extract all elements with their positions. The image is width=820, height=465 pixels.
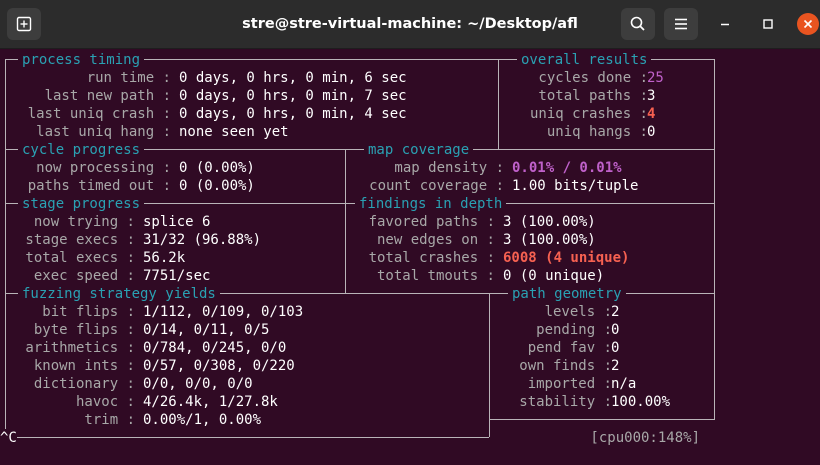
stat-label: byte flips : xyxy=(33,322,135,338)
overall-results-header: overall results xyxy=(517,51,652,69)
stat-value: 0 xyxy=(611,322,620,338)
path-geometry-header: path geometry xyxy=(508,285,626,303)
frame-line xyxy=(345,149,346,293)
frame-line xyxy=(489,419,715,420)
stage-progress-header: stage progress xyxy=(18,195,145,213)
stat-value: 0/14, 0/11, 0/5 xyxy=(143,322,270,338)
maximize-icon xyxy=(763,19,773,29)
frame-line xyxy=(489,293,490,437)
stat-label: havoc : xyxy=(75,394,135,410)
stat-label: imported : xyxy=(527,376,612,392)
stat-label: cycles done : xyxy=(538,70,648,86)
stat-label: pend fav : xyxy=(527,340,612,356)
stat-value: 4/26.4k, 1/27.8k xyxy=(143,394,278,410)
stat-label: pending : xyxy=(536,322,612,338)
close-button[interactable] xyxy=(797,13,819,35)
stat-label: arithmetics : xyxy=(25,340,135,356)
frame-line xyxy=(714,59,715,419)
stat-label: levels : xyxy=(544,304,612,320)
stat-value: 0 days, 0 hrs, 0 min, 4 sec xyxy=(179,106,407,122)
stat-label: total crashes : xyxy=(368,250,495,266)
findings-in-depth-header: findings in depth xyxy=(355,195,507,213)
stat-value: 2 xyxy=(611,304,620,320)
stat-label: paths timed out : xyxy=(27,178,171,194)
stat-value: none seen yet xyxy=(179,124,289,140)
stat-value: 1.00 bits/tuple xyxy=(512,178,639,194)
stat-label: stability : xyxy=(519,394,612,410)
stat-label: count coverage : xyxy=(369,178,504,194)
stat-label: last uniq crash : xyxy=(27,106,171,122)
stat-value: 0 xyxy=(647,124,656,140)
stat-label: bit flips : xyxy=(42,304,135,320)
menu-button[interactable] xyxy=(664,8,698,40)
stat-label: run time : xyxy=(86,70,171,86)
stat-value: 100.00% xyxy=(611,394,671,410)
stat-value: 1/112, 0/109, 0/103 xyxy=(143,304,304,320)
stat-label: now processing : xyxy=(36,160,171,176)
stat-value: 3 (100.00%) xyxy=(503,214,596,230)
stat-value: 7751/sec xyxy=(143,268,211,284)
fuzzing-strategy-yields-header: fuzzing strategy yields xyxy=(18,285,220,303)
search-button[interactable] xyxy=(621,8,655,40)
stat-value: 3 xyxy=(647,88,656,104)
stat-value: n/a xyxy=(611,376,637,392)
stat-label: known ints : xyxy=(33,358,135,374)
maximize-button[interactable] xyxy=(757,13,779,35)
stat-value: 0 days, 0 hrs, 0 min, 6 sec xyxy=(179,70,407,86)
search-icon xyxy=(630,16,645,31)
cycles-done-value: 25 xyxy=(647,70,664,86)
frame-line xyxy=(498,59,499,149)
frame-line xyxy=(5,437,489,438)
stat-value: 0 xyxy=(611,340,620,356)
stat-value: 0/784, 0/245, 0/0 xyxy=(143,340,287,356)
terminal-area[interactable]: process timing overall results cycle pro… xyxy=(0,48,820,465)
cpu-indicator: [cpu000:148%] xyxy=(590,430,700,446)
stat-label: now trying : xyxy=(33,214,135,230)
stat-value: 0 (0 unique) xyxy=(503,268,605,284)
uniq-crashes-value: 4 xyxy=(647,106,656,122)
total-crashes-value: 6008 (4 unique) xyxy=(503,250,630,266)
stat-label: stage execs : xyxy=(25,232,135,248)
stat-value: 0/0, 0/0, 0/0 xyxy=(143,376,253,392)
title-bar: stre@stre-virtual-machine: ~/Desktop/afl xyxy=(0,0,820,49)
map-coverage-header: map coverage xyxy=(364,141,474,159)
stat-value: 0/57, 0/308, 0/220 xyxy=(143,358,295,374)
frame-line xyxy=(5,59,6,437)
stat-label: total paths : xyxy=(538,88,648,104)
stat-value: 0 days, 0 hrs, 0 min, 7 sec xyxy=(179,88,407,104)
interrupt-signal: ^C xyxy=(0,429,17,447)
stat-label: new edges on : xyxy=(376,232,495,248)
minimize-icon xyxy=(721,23,729,26)
stat-value: 2 xyxy=(611,358,620,374)
close-icon xyxy=(803,19,813,29)
map-density-value: 0.01% / 0.01% xyxy=(512,160,622,176)
stat-label: uniq crashes : xyxy=(529,106,648,122)
stat-value: 0 (0.00%) xyxy=(179,178,255,194)
stat-value: splice 6 xyxy=(143,214,211,230)
stat-value: 56.2k xyxy=(143,250,186,266)
stat-label: favored paths : xyxy=(368,214,495,230)
stat-label: total execs : xyxy=(25,250,135,266)
stat-label: trim : xyxy=(84,412,135,428)
stat-value: 3 (100.00%) xyxy=(503,232,596,248)
stat-label: uniq hangs : xyxy=(546,124,648,140)
menu-icon xyxy=(675,18,687,30)
stat-label: dictionary : xyxy=(33,376,135,392)
stat-label: last new path : xyxy=(44,88,171,104)
cycle-progress-header: cycle progress xyxy=(18,141,145,159)
stat-label: last uniq hang : xyxy=(36,124,171,140)
stat-label: map density : xyxy=(394,160,504,176)
stat-value: 0 (0.00%) xyxy=(179,160,255,176)
stat-label: own finds : xyxy=(519,358,612,374)
stat-label: exec speed : xyxy=(33,268,135,284)
stat-label: total tmouts : xyxy=(376,268,495,284)
process-timing-header: process timing xyxy=(18,51,145,69)
stat-value: 31/32 (96.88%) xyxy=(143,232,262,248)
stat-value: 0.00%/1, 0.00% xyxy=(143,412,262,428)
minimize-button[interactable] xyxy=(714,13,736,35)
